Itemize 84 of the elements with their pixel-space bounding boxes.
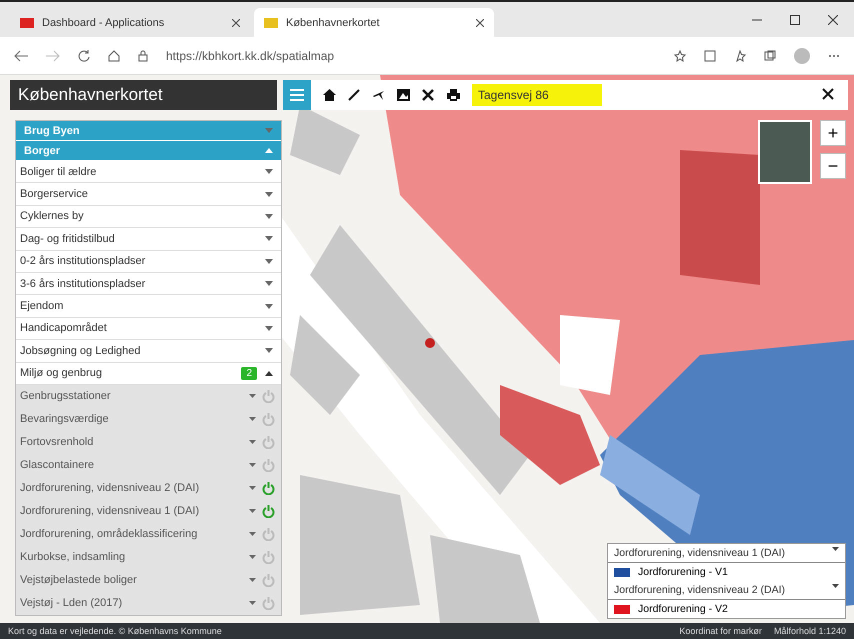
layer-category[interactable]: Ejendom (16, 295, 281, 318)
scale-text: Målforhold 1:1240 (774, 626, 846, 636)
layer-label: Vejstøjbelastede boliger (20, 574, 138, 586)
layer-row[interactable]: Jordforurening, vidensniveau 2 (DAI) (16, 476, 281, 500)
back-icon[interactable] (14, 50, 28, 62)
layer-label: Kurbokse, indsamling (20, 551, 126, 564)
menu-icon[interactable] (290, 89, 304, 101)
layer-category[interactable]: Borgerservice (16, 183, 281, 206)
address-field[interactable]: https://kbhkort.kk.dk/spatialmap (166, 48, 656, 62)
zoom-in-button[interactable]: + (820, 120, 846, 146)
site-icon (264, 18, 278, 28)
layer-category[interactable]: 3-6 års institutionspladser (16, 272, 281, 296)
category-label: Cyklernes by (20, 210, 84, 222)
caret-icon[interactable] (265, 370, 273, 376)
pencil-icon[interactable] (348, 89, 360, 101)
category-label: Borgerservice (20, 188, 88, 200)
home-icon[interactable] (108, 50, 120, 62)
app-title: Københavnerkortet (10, 80, 277, 110)
layer-category[interactable]: Miljø og genbrug 2 (16, 362, 281, 385)
home-icon[interactable] (323, 89, 336, 101)
layer-category[interactable]: 0-2 års institutionspladser (16, 250, 281, 273)
close-icon[interactable] (476, 18, 484, 26)
star-icon[interactable] (674, 50, 686, 62)
caret-icon[interactable] (832, 584, 839, 588)
layer-label: Jordforurening, vidensniveau 2 (DAI) (20, 482, 200, 494)
active-count-badge: 2 (241, 366, 257, 380)
power-icon[interactable] (262, 482, 275, 495)
category-label: Ejendom (20, 300, 64, 312)
maximize-icon[interactable] (790, 14, 800, 24)
caret-icon[interactable] (832, 547, 839, 551)
caret-icon[interactable] (265, 348, 273, 354)
caret-icon[interactable] (265, 214, 273, 219)
layer-category[interactable]: Dag- og fritidstilbud (16, 228, 281, 251)
close-icon[interactable] (828, 14, 838, 24)
close-icon[interactable] (232, 18, 240, 26)
lock-icon (138, 50, 148, 62)
caret-icon[interactable] (265, 169, 273, 174)
caret-icon[interactable] (265, 236, 273, 242)
caret-icon[interactable] (265, 258, 273, 264)
category-label: Boliger til ældre (20, 166, 96, 178)
browser-tab[interactable]: Dashboard - Applications (10, 8, 250, 37)
category-label: Dag- og fritidstilbud (20, 232, 115, 245)
category-label: Handicapområdet (20, 322, 107, 334)
site-icon (20, 18, 34, 28)
legend-title: Jordforurening, vidensniveau 2 (DAI) (614, 584, 786, 596)
caret-icon[interactable] (265, 192, 273, 197)
zoom-out-button[interactable]: − (820, 153, 846, 179)
layer-label: Jordforurening, områdeklassificering (20, 528, 198, 540)
refresh-icon[interactable] (78, 50, 90, 62)
picture-icon[interactable] (397, 89, 410, 101)
layer-label: Genbrugsstationer (20, 390, 112, 402)
favorites-icon[interactable] (734, 50, 746, 62)
layer-row[interactable]: Jordforurening, vidensniveau 1 (DAI) (16, 500, 281, 523)
search-field[interactable]: Tagensvej 86 (472, 84, 602, 106)
layer-category[interactable]: Boliger til ældre (16, 161, 281, 184)
more-icon[interactable] (828, 54, 840, 58)
credit-text: Kort og data er vejledende. © Københavns Kommune (8, 626, 223, 636)
caret-icon[interactable] (265, 326, 273, 331)
layer-label: Glascontainere (20, 459, 95, 472)
layer-label: Fortovsrenhold (20, 436, 94, 448)
minimap-thumbnail[interactable] (758, 120, 812, 184)
print-icon[interactable] (447, 89, 460, 101)
tabs-icon[interactable] (764, 50, 776, 62)
menu-button[interactable] (283, 80, 311, 110)
group-label: Borger (24, 144, 60, 156)
coordinate-link[interactable]: Koordinat for markør (679, 626, 762, 636)
browser-tab[interactable]: Københavnerkortet (254, 8, 494, 37)
layer-category[interactable]: Cyklernes by (16, 206, 281, 228)
layer-label: Vejstøj - Lden (2017) (20, 597, 124, 610)
power-icon[interactable] (262, 504, 275, 518)
layer-label: Jordforurening, vidensniveau 1 (DAI) (20, 505, 200, 518)
category-label: Miljø og genbrug (20, 367, 102, 380)
close-icon[interactable] (822, 88, 834, 100)
category-label: Jobsøgning og Ledighed (20, 344, 140, 357)
legend-label: Jordforurening - V2 (638, 603, 728, 615)
layer-category[interactable]: Handicapområdet (16, 318, 281, 340)
category-label: 0-2 års institutionspladser (20, 255, 146, 268)
group-label: Brug Byen (24, 124, 80, 136)
caret-icon[interactable] (265, 304, 273, 309)
category-label: 3-6 års institutionspladser (20, 278, 146, 290)
layer-label: Bevaringsværdige (20, 413, 110, 426)
legend-title: Jordforurening, vidensniveau 1 (DAI) (614, 547, 786, 559)
legend-label: Jordforurening - V1 (638, 566, 728, 578)
caret-icon[interactable] (265, 281, 273, 286)
